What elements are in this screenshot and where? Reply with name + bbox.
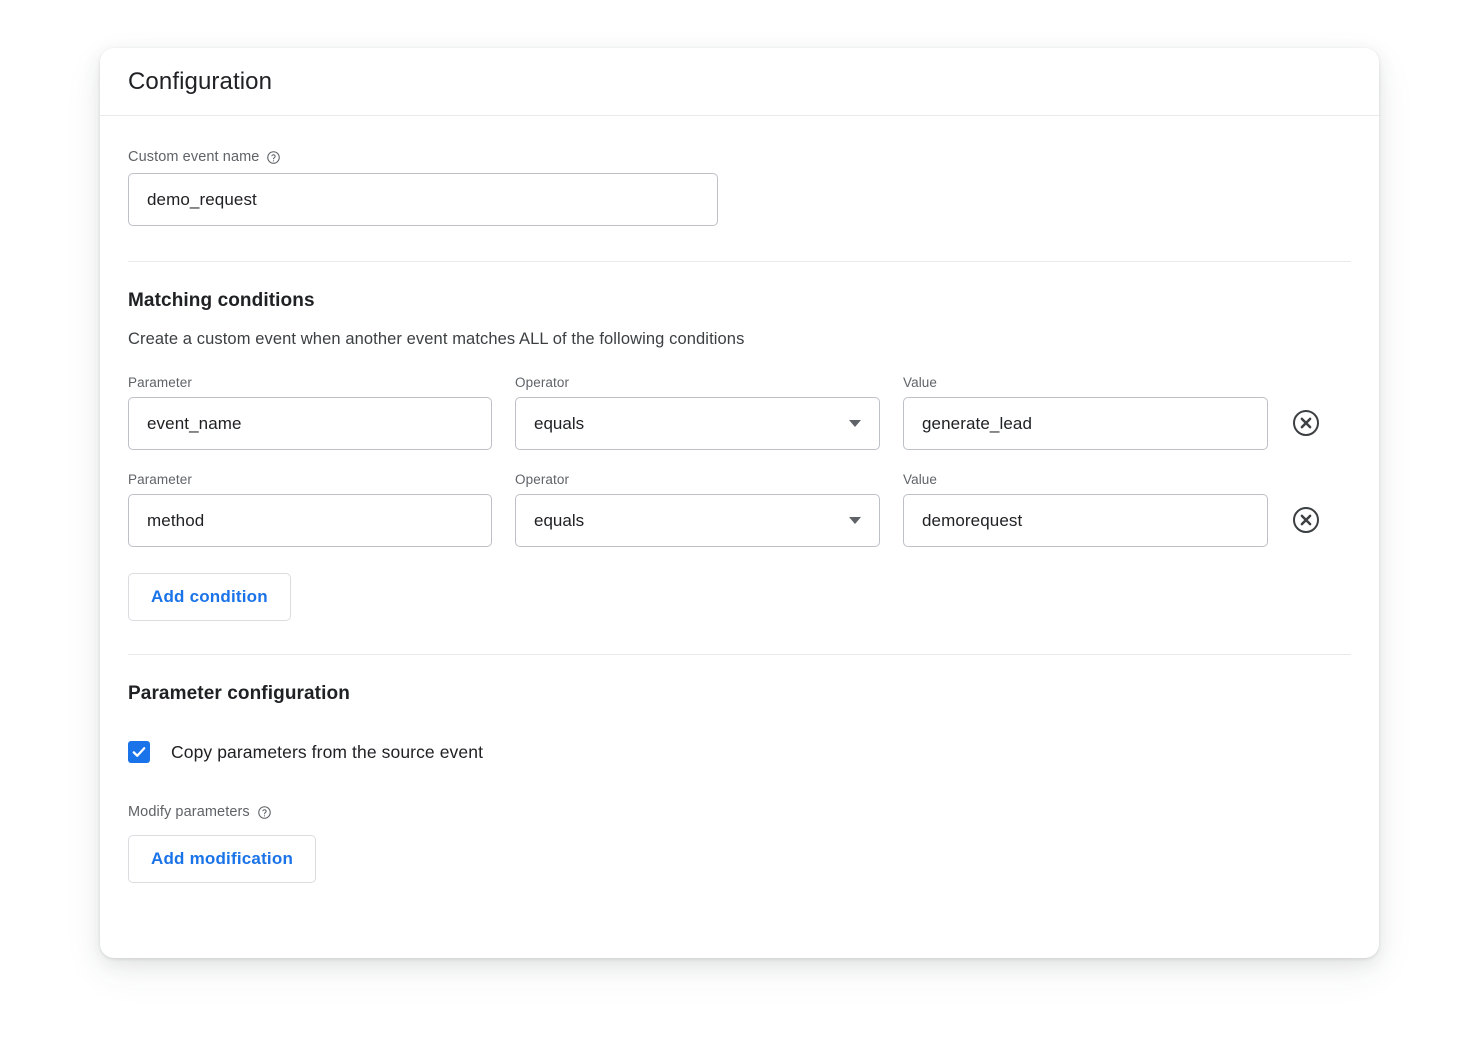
remove-circle-icon[interactable] — [1291, 505, 1321, 535]
value-label: Value — [903, 472, 938, 487]
modify-parameters-label-row: Modify parameters — [128, 804, 1351, 820]
condition-parameter-group: Parameter method — [128, 472, 492, 547]
copy-parameters-checkbox[interactable] — [128, 741, 150, 763]
condition-row: Parameter method Operator equals Value d… — [128, 472, 1351, 547]
parameter-configuration-title: Parameter configuration — [128, 683, 350, 704]
remove-circle-icon[interactable] — [1291, 408, 1321, 438]
operator-label: Operator — [515, 375, 570, 390]
condition-value-input[interactable]: demorequest — [903, 494, 1268, 547]
custom-event-name-label: Custom event name — [128, 149, 260, 165]
condition-value-input[interactable]: generate_lead — [903, 397, 1268, 450]
condition-value-text: demorequest — [922, 510, 1023, 530]
condition-value-text: generate_lead — [922, 413, 1033, 433]
parameter-label: Parameter — [128, 375, 192, 390]
condition-row: Parameter event_name Operator equals Val… — [128, 375, 1351, 450]
page-title: Configuration — [128, 67, 273, 95]
modify-parameters-label: Modify parameters — [128, 804, 250, 820]
page-root: Configuration Custom event name demo_req… — [0, 0, 1480, 1046]
matching-conditions-title: Matching conditions — [128, 290, 315, 311]
condition-operator-value: equals — [534, 510, 585, 530]
custom-event-name-value: demo_request — [147, 189, 257, 209]
condition-operator-select[interactable]: equals — [515, 397, 880, 450]
condition-operator-value: equals — [534, 413, 585, 433]
operator-label: Operator — [515, 472, 570, 487]
matching-conditions-section: Matching conditions Create a custom even… — [128, 262, 1351, 621]
copy-parameters-row: Copy parameters from the source event — [128, 741, 1351, 763]
add-condition-button[interactable]: Add condition — [128, 573, 291, 621]
custom-event-name-label-row: Custom event name — [128, 149, 1351, 165]
custom-event-name-group: Custom event name demo_request — [128, 116, 1351, 226]
condition-parameter-input[interactable]: event_name — [128, 397, 492, 450]
add-condition-wrapper: Add condition — [128, 573, 1351, 621]
copy-parameters-label: Copy parameters from the source event — [171, 741, 484, 762]
chevron-down-icon — [849, 517, 861, 524]
configuration-card: Configuration Custom event name demo_req… — [100, 48, 1379, 958]
condition-parameter-value: method — [147, 510, 205, 530]
help-circle-icon[interactable] — [266, 150, 281, 165]
condition-parameter-group: Parameter event_name — [128, 375, 492, 450]
modify-parameters-group: Modify parameters Add modification — [128, 804, 1351, 883]
chevron-down-icon — [849, 420, 861, 427]
parameter-label: Parameter — [128, 472, 192, 487]
condition-value-group: Value demorequest — [903, 472, 1268, 547]
add-modification-button[interactable]: Add modification — [128, 835, 317, 883]
condition-parameter-input[interactable]: method — [128, 494, 492, 547]
value-label: Value — [903, 375, 938, 390]
card-body: Custom event name demo_request Matching … — [100, 116, 1379, 883]
custom-event-name-input[interactable]: demo_request — [128, 173, 718, 226]
condition-operator-select[interactable]: equals — [515, 494, 880, 547]
help-circle-icon[interactable] — [257, 805, 272, 820]
condition-value-group: Value generate_lead — [903, 375, 1268, 450]
matching-conditions-description: Create a custom event when another event… — [128, 330, 745, 348]
condition-parameter-value: event_name — [147, 413, 242, 433]
parameter-configuration-section: Parameter configuration Copy parameters … — [128, 655, 1351, 883]
card-header: Configuration — [100, 48, 1379, 116]
add-modification-wrapper: Add modification — [128, 835, 1351, 883]
condition-operator-group: Operator equals — [515, 375, 880, 450]
condition-operator-group: Operator equals — [515, 472, 880, 547]
